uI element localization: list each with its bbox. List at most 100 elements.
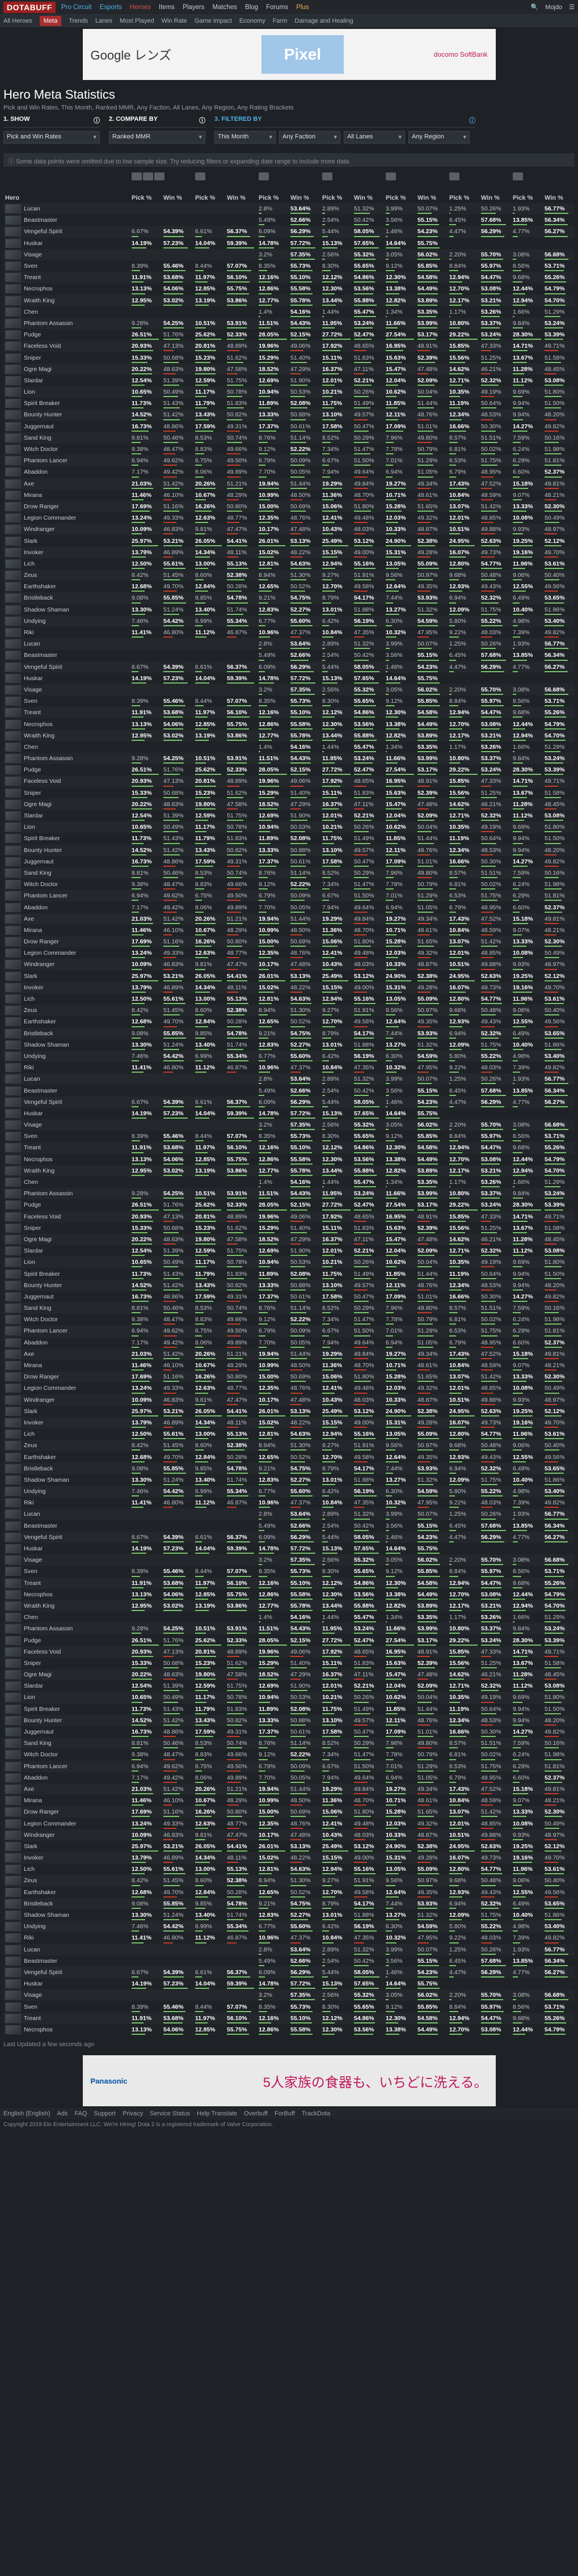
table-row[interactable]: Wraith King 12.95% 53.02% 13.19% 53.86% 12.77… (3, 730, 575, 741)
hero-name[interactable]: Sniper (24, 790, 41, 796)
hero-name[interactable]: Treant (24, 709, 41, 716)
hero-portrait-icon[interactable] (5, 1098, 21, 1107)
table-row[interactable]: Invoker 13.79% 46.89% 14.34% 48.11% 15.02% 48.… (3, 982, 575, 993)
subnav-game-impact[interactable]: Game Impact (195, 18, 232, 24)
hero-cell[interactable]: Treant (3, 272, 130, 283)
subnav-meta[interactable]: Meta (40, 16, 61, 26)
hero-cell[interactable]: Sniper (3, 352, 130, 363)
table-row[interactable]: Chen 1.4% 54.16% 1.44% 55.47% 1.34% 53.35% 1.17… (3, 741, 575, 753)
hero-cell[interactable]: Ogre Magi (3, 799, 130, 810)
table-row[interactable]: Windranger 10.09% 46.83% 9.81% 47.47% 10.17% 4… (3, 959, 575, 970)
hero-portrait-icon[interactable] (5, 765, 21, 774)
nav-forums[interactable]: Forums (266, 4, 288, 11)
table-row[interactable]: Phantom Lancer 6.94% 49.62% 6.75% 49.50% 6.79… (3, 890, 575, 901)
table-row[interactable]: Phantom Assassin 9.28% 54.25% 10.51% 53.91% 1… (3, 753, 575, 764)
hero-name[interactable]: Sven (24, 1133, 37, 1140)
table-row[interactable]: Legion Commander 13.24% 49.33% 12.63% 48.77%… (3, 1382, 575, 1394)
hero-name[interactable]: Huskar (24, 1110, 43, 1117)
help-icon[interactable]: ⓘ (469, 116, 475, 125)
table-row[interactable]: Phantom Assassin 9.28% 54.25% 10.51% 53.91% 1… (3, 1188, 575, 1199)
hero-cell[interactable]: Abaddon (3, 1337, 130, 1348)
hero-portrait-icon[interactable] (5, 743, 21, 752)
col-pick[interactable]: Pick % (257, 184, 289, 203)
hero-cell[interactable]: Visage (3, 1119, 130, 1131)
table-row[interactable]: Vengeful Spirit 6.67% 54.39% 6.61% 56.37% 6.0… (3, 661, 575, 673)
hero-portrait-icon[interactable] (5, 422, 21, 431)
hero-name[interactable]: Slark (24, 973, 37, 980)
table-row[interactable]: Beastmaster 5.49% 52.66% 2.54% 50.42% 3.56% 55… (3, 650, 575, 661)
hero-cell[interactable]: Phantom Assassin (3, 753, 130, 764)
hero-name[interactable]: Wraith King (24, 732, 54, 739)
hero-portrait-icon[interactable] (5, 262, 21, 271)
hero-name[interactable]: Faceless Void (24, 343, 61, 349)
hero-portrait-icon[interactable] (5, 663, 21, 672)
hero-name[interactable]: Witch Doctor (24, 446, 58, 453)
hero-cell[interactable]: Axe (3, 1348, 130, 1360)
table-row[interactable]: Visage 3.2% 57.35% 2.56% 55.32% 3.05% 56.02% 2.… (3, 684, 575, 695)
hero-name[interactable]: Pudge (24, 766, 41, 773)
hero-cell[interactable]: Faceless Void (3, 1211, 130, 1222)
hero-name[interactable]: Juggernaut (24, 423, 54, 430)
table-row[interactable]: Juggernaut 16.73% 48.86% 17.59% 49.31% 17.37%… (3, 856, 575, 867)
hero-name[interactable]: Axe (24, 480, 34, 487)
hero-name[interactable]: Ogre Magi (24, 1236, 52, 1243)
hero-cell[interactable]: Zeus (3, 1440, 130, 1451)
hero-portrait-icon[interactable] (5, 239, 21, 248)
hero-name[interactable]: Phantom Assassin (24, 1190, 73, 1197)
hero-name[interactable]: Spirit Breaker (24, 835, 60, 842)
hero-portrait-icon[interactable] (5, 651, 21, 660)
hero-cell[interactable]: Lion (3, 821, 130, 833)
hero-name[interactable]: Witch Doctor (24, 1316, 58, 1323)
hero-cell[interactable]: Wraith King (3, 730, 130, 741)
hero-cell[interactable]: Necrophos (3, 1154, 130, 1165)
table-row[interactable]: Slark 25.97% 53.21% 26.05% 54.41% 26.01% 53.13… (3, 535, 575, 546)
hero-portrait-icon[interactable] (5, 1281, 21, 1290)
hero-portrait-icon[interactable] (5, 1338, 21, 1347)
hero-cell[interactable]: Spirit Breaker (3, 833, 130, 844)
table-row[interactable]: Sven 8.39% 55.46% 8.44% 57.07% 8.35% 55.73% 8.3… (3, 695, 575, 707)
hero-name[interactable]: Axe (24, 916, 34, 922)
hero-name[interactable]: Phantom Lancer (24, 1327, 67, 1334)
hero-portrait-icon[interactable] (5, 1395, 21, 1405)
hero-name[interactable]: Slark (24, 538, 37, 545)
hero-name[interactable]: Sniper (24, 355, 41, 361)
hero-name[interactable]: Juggernaut (24, 858, 54, 865)
nav-items[interactable]: Items (159, 4, 175, 11)
hero-name[interactable]: Phantom Assassin (24, 755, 73, 762)
table-row[interactable]: Riki 11.41% 46.80% 11.12% 46.87% 10.96% 47.37%… (3, 627, 575, 638)
table-row[interactable]: Phantom Assassin 9.28% 54.25% 10.51% 53.91% 1… (3, 318, 575, 329)
hero-cell[interactable]: Lich (3, 558, 130, 570)
hero-portrait-icon[interactable] (5, 628, 21, 637)
hero-cell[interactable]: Witch Doctor (3, 879, 130, 890)
hero-name[interactable]: Treant (24, 1144, 41, 1151)
hero-portrait-icon[interactable] (5, 1304, 21, 1313)
hero-cell[interactable]: Beastmaster (3, 214, 130, 226)
hero-portrait-icon[interactable] (5, 342, 21, 351)
table-row[interactable]: Sniper 15.33% 50.68% 15.23% 51.62% 15.29% 51.4… (3, 787, 575, 799)
hero-cell[interactable]: Necrophos (3, 283, 130, 294)
hero-cell[interactable]: Phantom Lancer (3, 890, 130, 901)
hero-cell[interactable]: Visage (3, 684, 130, 695)
table-row[interactable]: Bristleback 9.08% 55.85% 9.85% 54.78% 9.21% 54… (3, 1028, 575, 1039)
table-row[interactable]: Chen 1.4% 54.16% 1.44% 55.47% 1.34% 53.35% 1.17… (3, 306, 575, 318)
nav-pro-circuit[interactable]: Pro Circuit (61, 4, 92, 11)
show-select[interactable]: Pick and Win Rates (3, 131, 100, 144)
table-row[interactable]: Bounty Hunter 14.52% 51.42% 13.43% 50.82% 13.… (3, 845, 575, 856)
hero-cell[interactable]: Windranger (3, 1394, 130, 1406)
table-row[interactable]: Drow Ranger 17.69% 51.16% 16.26% 50.80% 15.00… (3, 936, 575, 947)
hero-cell[interactable]: Faceless Void (3, 340, 130, 352)
hero-portrait-icon[interactable] (5, 410, 21, 419)
lane-select[interactable]: All Lanes (344, 131, 405, 144)
col-hero[interactable]: Hero (3, 184, 130, 203)
table-row[interactable]: Necrophos 13.13% 54.06% 12.85% 55.75% 12.86% 5… (3, 283, 575, 294)
hero-name[interactable]: Windranger (24, 1397, 54, 1403)
hero-cell[interactable]: Sven (3, 260, 130, 272)
table-row[interactable]: Undying 7.46% 54.42% 6.99% 55.34% 6.77% 55.60%… (3, 1051, 575, 1062)
hero-portrait-icon[interactable] (5, 617, 21, 626)
ad-creative[interactable]: Google レンズ Pixel docomo SoftBank (83, 29, 496, 80)
hero-name[interactable]: Beastmaster (24, 1087, 57, 1094)
hero-portrait-icon[interactable] (5, 731, 21, 740)
hero-cell[interactable]: Drow Ranger (3, 1371, 130, 1382)
faction-select[interactable]: Any Faction (279, 131, 340, 144)
table-row[interactable]: Slark 25.97% 53.21% 26.05% 54.41% 26.01% 53.13… (3, 971, 575, 982)
